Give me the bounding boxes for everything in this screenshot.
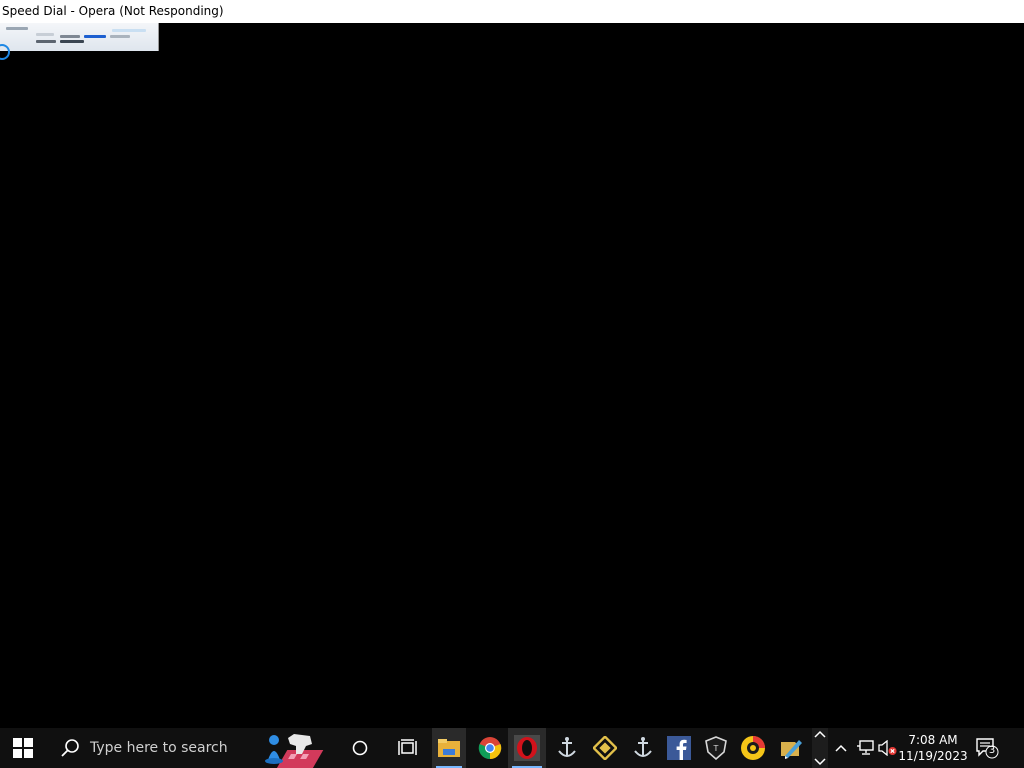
notification-count-badge: 3 [988,745,996,756]
world-of-tanks-icon: T [705,736,727,760]
svg-text:T: T [713,744,719,753]
loading-spinner-icon [0,44,10,60]
chevron-up-icon[interactable] [814,730,826,738]
game-launcher-app[interactable] [588,728,622,768]
network-button[interactable] [856,728,874,768]
browser-app[interactable] [736,728,770,768]
opera-icon [514,735,540,761]
world-of-warships-icon-2 [634,737,652,757]
volume-muted-icon [878,740,897,756]
cortana-icon [352,740,368,756]
search-placeholder: Type here to search [90,740,228,756]
show-hidden-icons-button[interactable] [832,728,850,768]
window-thumbnail [0,23,159,51]
clock-button[interactable]: 7:08 AM 11/19/2023 [898,728,968,768]
facebook-icon [667,736,691,760]
clock-date: 11/19/2023 [898,749,968,763]
browser-icon [741,736,765,760]
cortana-button[interactable] [344,728,376,768]
world-of-warships-app[interactable] [550,728,584,768]
chrome-app[interactable] [473,728,507,768]
window-title-bar[interactable]: Speed Dial - Opera (Not Responding) [0,0,1024,23]
chrome-icon [478,737,502,760]
file-explorer-icon [438,739,460,757]
task-view-icon [398,739,417,755]
task-view-button[interactable] [392,728,424,768]
chevron-up-icon [835,744,847,752]
windows-logo-icon [13,738,33,758]
file-explorer-app[interactable] [432,728,466,768]
start-button[interactable] [0,728,46,768]
chevron-down-icon[interactable] [814,758,826,766]
world-of-warships-app-2[interactable] [626,728,660,768]
search-icon [61,739,79,757]
network-icon [857,740,874,755]
facebook-app[interactable] [662,728,696,768]
pencil-app[interactable] [774,728,808,768]
action-center-button[interactable]: 3 [972,728,1002,768]
opera-app[interactable] [508,728,546,768]
volume-button[interactable] [878,728,898,768]
taskbar-search-box[interactable]: Type here to search [48,728,264,768]
world-of-warships-icon [558,737,576,757]
taskbar-scroll[interactable] [812,728,828,768]
pencil-app-icon [781,740,802,759]
game-launcher-icon [593,736,617,760]
clock-time: 7:08 AM [908,733,958,747]
window-title: Speed Dial - Opera (Not Responding) [2,4,224,18]
world-of-tanks-app[interactable]: T [699,728,733,768]
chess-pieces-widget-icon[interactable] [262,728,338,768]
taskbar: Type here to search T 7:08 AM 11/19/2023… [0,728,1024,768]
